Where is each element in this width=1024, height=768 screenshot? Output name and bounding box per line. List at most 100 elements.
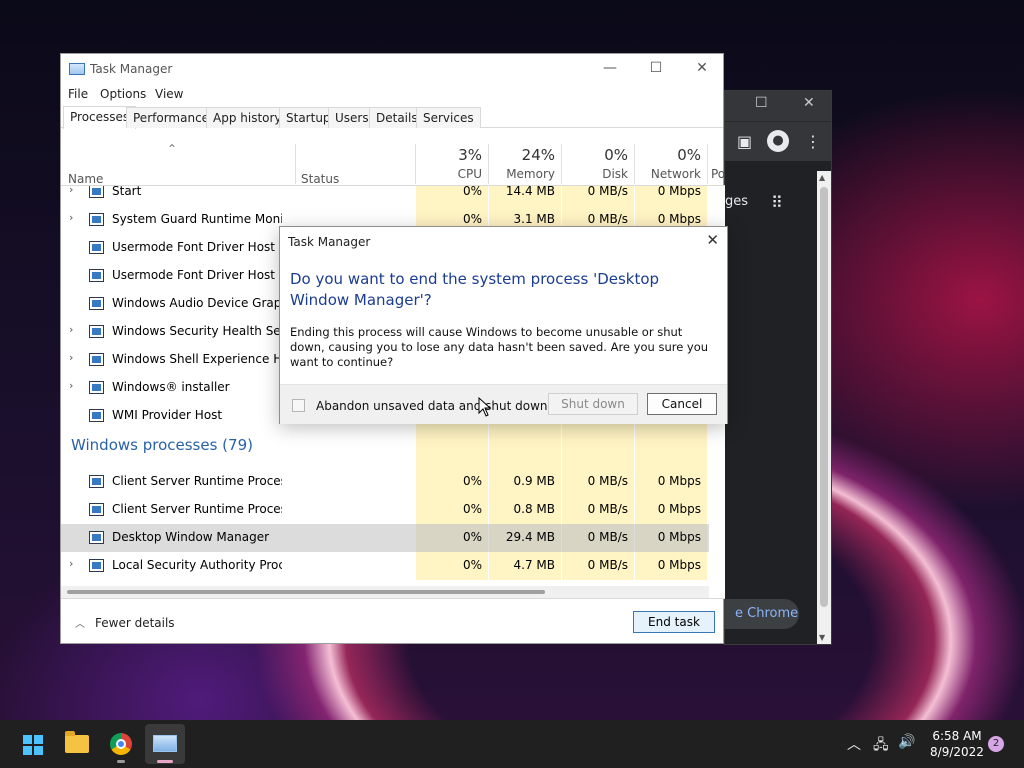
col-power[interactable]: Po	[711, 167, 725, 181]
abandon-data-label[interactable]: Abandon unsaved data and shut down.	[316, 399, 551, 413]
col-disk[interactable]: Disk	[562, 167, 628, 181]
close-icon[interactable]: ✕	[803, 95, 815, 111]
cell-network: 0 Mbps	[635, 552, 707, 580]
process-name: WMI Provider Host	[112, 408, 223, 422]
end-process-dialog: Task Manager ✕ Do you want to end the sy…	[279, 226, 728, 424]
tab-services[interactable]: Services	[416, 107, 481, 128]
close-icon[interactable]: ✕	[687, 59, 717, 79]
chevron-right-icon[interactable]: ›	[69, 351, 73, 364]
process-icon	[89, 409, 104, 422]
col-status[interactable]: Status	[301, 172, 339, 186]
chevron-right-icon[interactable]: ›	[69, 323, 73, 336]
menu-file[interactable]: File	[68, 87, 88, 101]
chrome-titlebar[interactable]: ☐ ✕	[725, 91, 831, 121]
chevron-up-icon[interactable]: ︿	[847, 734, 861, 754]
col-network[interactable]: Network	[635, 167, 701, 181]
table-row[interactable]: 0% 4.7 MB 0 MB/s 0 Mbps › Local Security Auth…	[61, 552, 709, 580]
group-header-row[interactable]: Windows processes (79)	[61, 430, 709, 468]
tab-app-history[interactable]: App history	[206, 107, 289, 128]
chrome-scrollbar[interactable]: ▲ ▼	[817, 171, 831, 644]
chrome-icon	[110, 733, 132, 755]
tab-performance[interactable]: Performance	[126, 107, 217, 128]
folder-icon	[65, 731, 89, 753]
apps-grid-icon[interactable]: ⠿	[771, 193, 783, 212]
process-icon	[89, 297, 104, 310]
process-name: Client Server Runtime Process	[112, 502, 282, 516]
cell-memory: 0.8 MB	[489, 496, 561, 524]
process-icon	[89, 531, 104, 544]
horizontal-scrollbar[interactable]	[61, 586, 709, 598]
start-button[interactable]	[12, 724, 52, 764]
table-row[interactable]: 0% 0.9 MB 0 MB/s 0 Mbps Client Server Runtim…	[61, 468, 709, 496]
shut-down-button[interactable]: Shut down	[548, 393, 638, 415]
cell-network: 0 Mbps	[635, 186, 707, 206]
end-task-button[interactable]: End task	[633, 611, 715, 633]
col-network-pct[interactable]: 0%	[635, 146, 701, 164]
col-name[interactable]: Name	[68, 172, 103, 186]
process-icon	[89, 241, 104, 254]
minimize-icon[interactable]: —	[595, 59, 625, 79]
scroll-up-icon[interactable]: ▲	[819, 173, 825, 182]
task-manager-app-icon	[69, 63, 85, 75]
table-row[interactable]: 0% 29.4 MB 0 MB/s 0 Mbps Desktop Window Mana…	[61, 524, 709, 552]
volume-icon[interactable]: 🔊	[898, 734, 915, 750]
clock[interactable]: 6:58 AM 8/9/2022	[922, 728, 992, 760]
task-manager-taskbar-button[interactable]	[145, 724, 185, 764]
maximize-icon[interactable]: ☐	[755, 95, 768, 111]
scroll-thumb[interactable]	[67, 590, 545, 594]
window-title: Task Manager	[90, 62, 173, 76]
process-name: Windows® installer	[112, 380, 230, 394]
chevron-right-icon[interactable]: ›	[69, 557, 73, 570]
mouse-cursor-icon	[478, 397, 492, 417]
profile-icon[interactable]: ●	[767, 130, 789, 152]
windows-logo-icon	[23, 735, 43, 755]
table-row[interactable]: 0% 0.8 MB 0 MB/s 0 Mbps Client Server Runtim…	[61, 496, 709, 524]
notification-badge[interactable]: 2	[988, 736, 1004, 752]
chevron-right-icon[interactable]: ›	[69, 211, 73, 224]
chrome-page-text[interactable]: ges	[725, 194, 748, 209]
sort-chevron-up-icon: ⌃	[167, 142, 178, 156]
process-name: Windows Security Health Servic	[112, 324, 282, 338]
scroll-down-icon[interactable]: ▼	[819, 633, 825, 642]
chevron-right-icon[interactable]: ›	[69, 379, 73, 392]
close-icon[interactable]: ✕	[706, 231, 719, 249]
task-manager-titlebar[interactable]: Task Manager — ☐ ✕	[61, 54, 723, 84]
process-icon	[89, 269, 104, 282]
cancel-button[interactable]: Cancel	[647, 393, 717, 415]
side-panel-icon[interactable]: ▣	[737, 132, 752, 151]
cell-memory: 14.4 MB	[489, 186, 561, 206]
process-name: Windows Audio Device Graph Is	[112, 296, 282, 310]
fewer-details-button[interactable]: ︿ Fewer details	[75, 615, 175, 630]
maximize-icon[interactable]: ☐	[641, 59, 671, 79]
chrome-window[interactable]: ☐ ✕ ▣ ● ⋮ ges ⠿ e Chrome ▲ ▼	[695, 90, 832, 645]
menu-options[interactable]: Options	[100, 87, 146, 101]
col-memory[interactable]: Memory	[489, 167, 555, 181]
process-name: Usermode Font Driver Host	[112, 240, 275, 254]
cell-cpu: 0%	[416, 552, 488, 580]
process-name: Desktop Window Manager	[112, 530, 270, 544]
col-memory-pct[interactable]: 24%	[489, 146, 555, 164]
col-cpu[interactable]: CPU	[416, 167, 482, 181]
dialog-body: Ending this process will cause Windows t…	[290, 325, 709, 369]
clock-time: 6:58 AM	[932, 729, 982, 743]
col-disk-pct[interactable]: 0%	[562, 146, 628, 164]
chevron-right-icon[interactable]: ›	[69, 186, 73, 196]
cell-disk: 0 MB/s	[562, 496, 634, 524]
cell-network: 0 Mbps	[635, 496, 707, 524]
cell-cpu: 0%	[416, 524, 488, 552]
fewer-details-label: Fewer details	[95, 616, 175, 630]
abandon-data-checkbox[interactable]	[292, 399, 305, 412]
cell-disk: 0 MB/s	[562, 468, 634, 496]
tab-strip: Processes Performance App history Startu…	[61, 106, 723, 129]
task-manager-footer: ︿ Fewer details End task	[61, 598, 725, 644]
chrome-toolbar: ▣ ● ⋮	[725, 121, 831, 161]
chrome-taskbar-button[interactable]	[101, 724, 141, 764]
network-icon[interactable]: 🖧	[873, 734, 889, 758]
file-explorer-button[interactable]	[57, 724, 97, 764]
col-cpu-pct[interactable]: 3%	[416, 146, 482, 164]
group-header: Windows processes (79)	[71, 436, 253, 454]
scroll-thumb[interactable]	[820, 187, 828, 607]
table-row[interactable]: 0% 14.4 MB 0 MB/s 0 Mbps › Start	[61, 186, 709, 206]
menu-view[interactable]: View	[155, 87, 183, 101]
menu-kebab-icon[interactable]: ⋮	[805, 132, 821, 151]
